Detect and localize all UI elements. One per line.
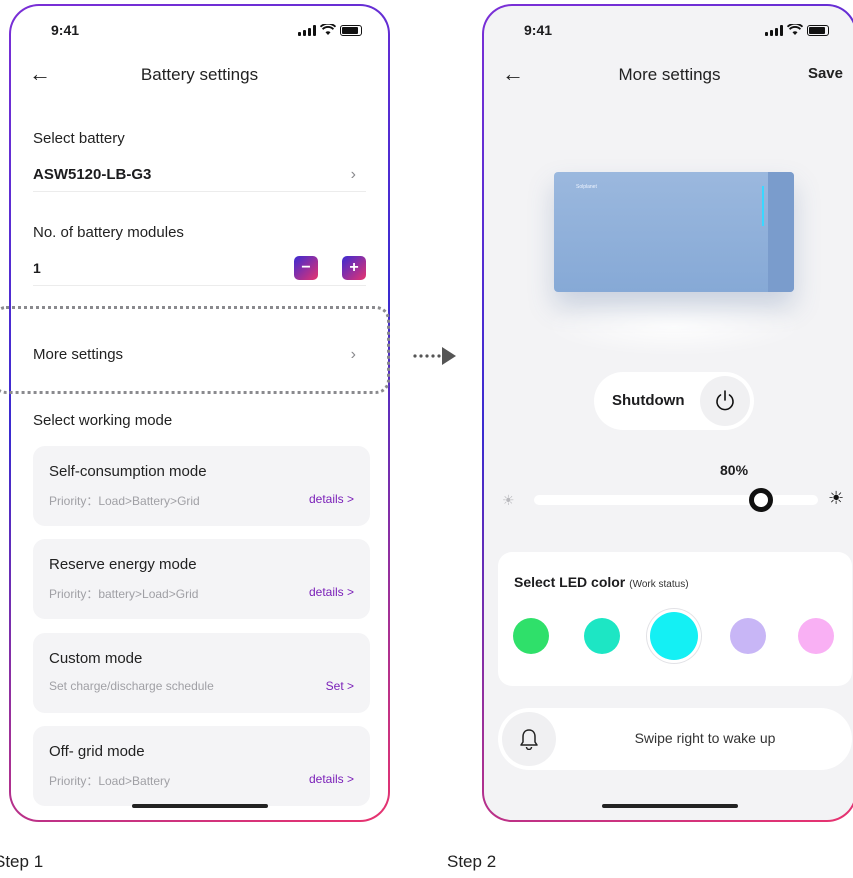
- mode-card-self-consumption[interactable]: Self-consumption mode Priority：Load>Batt…: [33, 446, 370, 526]
- sun-bright-icon: ☀: [828, 488, 845, 508]
- modules-value: 1: [33, 260, 41, 276]
- phone-step1: 9:41 ← Battery settings Select battery A…: [9, 4, 390, 822]
- status-bar: 9:41: [484, 20, 853, 42]
- shutdown-label: Shutdown: [612, 392, 685, 409]
- signal-icon: [298, 24, 316, 36]
- page-title: Battery settings: [140, 65, 259, 84]
- mode-title: Self-consumption mode: [49, 463, 207, 480]
- led-color-subtitle: (Work status): [629, 579, 689, 590]
- mode-card-custom[interactable]: Custom mode Set charge/discharge schedul…: [33, 633, 370, 713]
- navbar: ← More settings Save: [484, 62, 853, 92]
- swipe-to-wake[interactable]: Swipe right to wake up: [498, 708, 852, 770]
- mode-card-off-grid[interactable]: Off- grid mode Priority：Load>Battery det…: [33, 726, 370, 806]
- led-color-swatch[interactable]: [798, 618, 834, 654]
- swipe-label: Swipe right to wake up: [634, 730, 776, 746]
- status-bar: 9:41: [11, 20, 388, 42]
- navbar: ← Battery settings: [11, 62, 388, 92]
- mode-priority: Priority：battery>Load>Grid: [49, 587, 199, 601]
- highlight-more-settings: [0, 306, 390, 394]
- mode-title: Off- grid mode: [49, 743, 145, 760]
- step1-caption: Step 1: [0, 852, 44, 871]
- device-led-strip: [762, 186, 764, 226]
- modules-row: 1 − +: [33, 256, 366, 286]
- dotted-arrow-icon: [413, 347, 456, 365]
- signal-icon: [765, 24, 783, 36]
- led-color-card: Select LED color (Work status): [498, 552, 852, 686]
- power-button[interactable]: [700, 376, 750, 426]
- increment-button[interactable]: +: [342, 256, 366, 280]
- home-indicator: [131, 804, 268, 808]
- mode-schedule: Set charge/discharge schedule: [49, 679, 214, 693]
- set-link[interactable]: Set >: [326, 679, 354, 693]
- wifi-icon: [787, 24, 803, 35]
- led-color-swatch[interactable]: [584, 618, 620, 654]
- step2-caption: Step 2: [447, 852, 497, 871]
- bell-button[interactable]: [502, 712, 556, 766]
- save-button[interactable]: Save: [808, 65, 843, 82]
- battery-settings-screen: 9:41 ← Battery settings Select battery A…: [11, 6, 388, 820]
- working-mode-label: Select working mode: [33, 412, 173, 429]
- mode-priority: Priority：Load>Battery>Grid: [49, 494, 200, 508]
- brightness-slider-thumb[interactable]: [749, 488, 774, 512]
- mode-title: Custom mode: [49, 650, 143, 667]
- select-battery-label: Select battery: [33, 130, 125, 147]
- bell-icon: [520, 729, 538, 750]
- led-color-swatch-selected[interactable]: [650, 612, 698, 660]
- led-color-title: Select LED color: [514, 574, 626, 590]
- battery-device-image: Solplanet: [554, 172, 794, 292]
- mode-card-reserve-energy[interactable]: Reserve energy mode Priority：battery>Loa…: [33, 539, 370, 619]
- mode-title: Reserve energy mode: [49, 556, 197, 573]
- battery-selector[interactable]: ASW5120-LB-G3 ›: [33, 162, 366, 192]
- battery-icon: [807, 24, 829, 36]
- brightness-value: 80%: [720, 462, 749, 478]
- device-logo: Solplanet: [576, 184, 597, 190]
- decrement-button[interactable]: −: [294, 256, 318, 280]
- mode-priority: Priority：Load>Battery: [49, 774, 171, 788]
- home-indicator: [601, 804, 738, 808]
- sun-dim-icon: ☀: [502, 492, 515, 508]
- led-color-swatch[interactable]: [513, 618, 549, 654]
- page-title: More settings: [618, 65, 721, 84]
- status-time: 9:41: [51, 22, 80, 38]
- details-link[interactable]: details >: [309, 772, 354, 786]
- phone-step2: 9:41 ← More settings Save Solplanet Shut…: [482, 4, 853, 822]
- modules-label: No. of battery modules: [33, 224, 184, 241]
- chevron-right-icon: ›: [350, 166, 356, 183]
- details-link[interactable]: details >: [309, 585, 354, 599]
- led-color-swatch[interactable]: [730, 618, 766, 654]
- shutdown-control[interactable]: Shutdown: [594, 372, 754, 430]
- more-settings-screen: 9:41 ← More settings Save Solplanet Shut…: [484, 6, 853, 820]
- status-time: 9:41: [524, 22, 553, 38]
- wifi-icon: [320, 24, 336, 35]
- brightness-slider[interactable]: [534, 495, 818, 505]
- device-reflection: [544, 296, 804, 356]
- battery-icon: [340, 24, 362, 36]
- power-icon: [716, 390, 734, 411]
- details-link[interactable]: details >: [309, 492, 354, 506]
- battery-model: ASW5120-LB-G3: [33, 166, 152, 183]
